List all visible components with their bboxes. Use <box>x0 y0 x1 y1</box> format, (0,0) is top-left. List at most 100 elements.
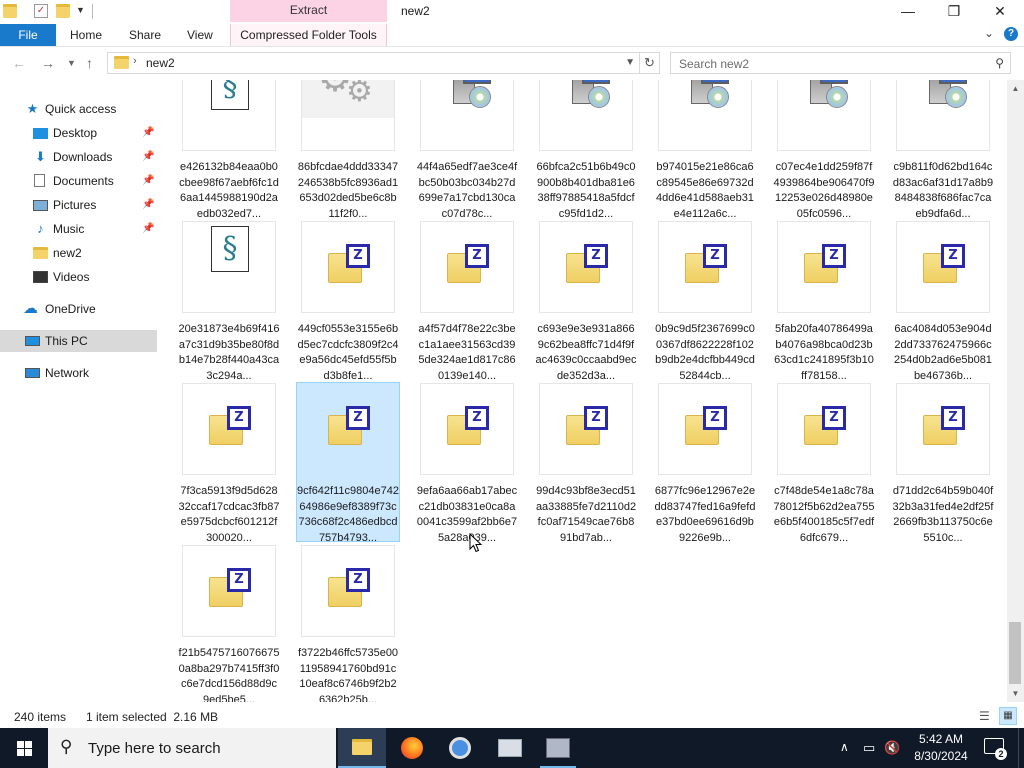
forward-arrow-icon[interactable]: → <box>41 55 55 71</box>
file-item[interactable]: ⚙⚙ 86bfcdae4ddd33347246538b5fc8936ad1653d… <box>296 80 400 220</box>
file-thumbnail: ⚙⚙ <box>301 80 395 151</box>
volume-muted-icon[interactable]: 🔇 <box>884 740 900 756</box>
scroll-up-arrow-icon[interactable]: ▲ <box>1007 80 1024 97</box>
file-thumbnail <box>896 80 990 151</box>
taskbar: ⚲ Type here to search ∧ ▭ 🔇 5:42 AM 8/30… <box>0 728 1024 768</box>
zip-archive-icon: Z <box>804 244 848 288</box>
file-item[interactable]: Za4f57d4f78e22c3bec1a1aee31563cd395de324… <box>415 220 519 382</box>
file-item[interactable]: Z 9cf642f11c9804e74264986e9ef8389f73c736c… <box>296 382 400 544</box>
search-icon[interactable]: ⚲ <box>995 56 1004 70</box>
start-button[interactable] <box>0 728 48 768</box>
vertical-scrollbar[interactable]: ▲ ▼ <box>1007 80 1024 702</box>
minimize-button[interactable]: — <box>885 0 931 24</box>
large-icons-view-icon[interactable]: ▦ <box>999 707 1017 725</box>
network-tray-icon[interactable]: ▭ <box>863 740 875 756</box>
file-item[interactable]: Z 6877fc96e12967e2edd83747fed16a9fefde37b… <box>653 382 757 544</box>
file-item[interactable]: Z 9efa6aa66ab17abecc21db03831e0ca8a0041c3… <box>415 382 519 544</box>
nav-network[interactable]: Network <box>0 362 157 384</box>
file-name: a4f57d4f78e22c3bec1a1aee31563cd395de324a… <box>418 323 516 382</box>
scroll-thumb[interactable] <box>1009 622 1021 684</box>
taskbar-file-explorer[interactable] <box>338 728 386 768</box>
download-arrow-icon: ⬇ <box>35 149 46 164</box>
nav-desktop[interactable]: Desktop 📌 <box>0 122 157 144</box>
file-name: d71dd2c64b59b040f32b3a31fed4e2df25f2669f… <box>892 485 994 544</box>
pin-icon: 📌 <box>142 199 155 210</box>
search-input[interactable]: Search new2 ⚲ <box>670 52 1011 74</box>
nav-quick-access[interactable]: ★ Quick access <box>0 98 157 120</box>
quick-access-toolbar-dropdown-icon[interactable]: ▼ <box>76 5 85 15</box>
taskbar-installer[interactable] <box>534 728 582 768</box>
file-name: 9efa6aa66ab17abecc21db03831e0ca8a0041c35… <box>416 485 518 544</box>
file-item[interactable]: b974015e21e86ca6c89545e86e69732d4dd6e41d… <box>653 80 757 220</box>
taskbar-app-window[interactable] <box>486 728 534 768</box>
details-view-icon[interactable]: ☰ <box>979 709 995 723</box>
star-icon: ★ <box>26 101 39 116</box>
back-arrow-icon[interactable]: ← <box>12 55 26 71</box>
file-item[interactable]: Zc7f48de54e1a8c78a78012f5b62d2ea755e6b5f… <box>772 382 876 544</box>
taskbar-search-input[interactable]: ⚲ Type here to search <box>48 728 336 768</box>
nav-onedrive[interactable]: ☁ OneDrive <box>0 298 157 320</box>
file-item[interactable]: Z 449cf0553e3155e6bd5ec7cdcfc3809f2c4e9a5… <box>296 220 400 382</box>
clock-date[interactable]: 8/30/2024 <box>900 749 982 763</box>
file-tab[interactable]: File <box>0 24 56 46</box>
scroll-down-arrow-icon[interactable]: ▼ <box>1007 685 1024 702</box>
expand-ribbon-chevron-icon[interactable]: ⌄ <box>984 26 994 40</box>
recent-locations-dropdown-icon[interactable]: ▼ <box>67 58 76 68</box>
file-name: 44f4a65edf7ae3ce4fbc50b03bc034b27d699e7a… <box>416 161 518 220</box>
properties-icon[interactable]: ✓ <box>34 4 48 18</box>
file-item[interactable]: Zd71dd2c64b59b040f32b3a31fed4e2df25f2669… <box>891 382 995 544</box>
nav-this-pc[interactable]: This PC <box>0 330 157 352</box>
file-item[interactable]: Z 7f3ca5913f9d5d62832ccaf17cdcac3fb87e597… <box>177 382 281 544</box>
zip-archive-icon: Z <box>685 406 729 450</box>
file-thumbnail: Z <box>182 383 276 475</box>
zip-archive-icon: Z <box>447 244 491 288</box>
show-hidden-icons-chevron-icon[interactable]: ∧ <box>840 740 849 754</box>
file-item[interactable]: Z 5fab20fa40786499ab4076a98bca0d23b63cd1c… <box>772 220 876 382</box>
file-item[interactable]: c07ec4e1dd259f87f4939864be906470f912253e… <box>772 80 876 220</box>
close-button[interactable]: ✕ <box>977 0 1023 24</box>
file-item[interactable]: 44f4a65edf7ae3ce4fbc50b03bc034b27d699e7a… <box>415 80 519 220</box>
clock-time[interactable]: 5:42 AM <box>900 732 982 746</box>
nav-label: Videos <box>53 270 90 284</box>
file-thumbnail: Z <box>301 221 395 313</box>
help-icon[interactable]: ? <box>1004 27 1018 41</box>
nav-new2[interactable]: new2 <box>0 242 157 264</box>
file-item[interactable]: § 20e31873e4b69f416a7c31d9b35be80f8db14e7… <box>177 220 281 382</box>
file-item[interactable]: 66bfca2c51b6b49c0900b8b401dba81e638ff978… <box>534 80 638 220</box>
tab-home[interactable]: Home <box>70 24 102 46</box>
nav-documents[interactable]: Documents 📌 <box>0 170 157 192</box>
file-item[interactable]: Z 0b9c9d5f2367699c00367df8622228f102b9db2… <box>653 220 757 382</box>
refresh-icon[interactable]: ↻ <box>640 52 660 74</box>
breadcrumb-chevron-icon[interactable]: › <box>133 55 137 67</box>
breadcrumb-current[interactable]: new2 <box>146 56 175 70</box>
new-folder-icon[interactable] <box>56 4 70 18</box>
nav-label: Desktop <box>53 126 98 140</box>
nav-videos[interactable]: Videos <box>0 266 157 288</box>
file-item[interactable]: Z 99d4c93bf8e3ecd51aa33885fe7d2110d2fc0af… <box>534 382 638 544</box>
nav-pictures[interactable]: Pictures 📌 <box>0 194 157 216</box>
picture-icon <box>33 200 48 211</box>
zip-archive-icon: Z <box>209 568 253 612</box>
tab-share[interactable]: Share <box>129 24 161 46</box>
address-dropdown-icon[interactable]: ▼ <box>625 57 635 68</box>
file-item[interactable]: Zc693e9e3e931a8669c62bea8ffc71d4f9fac463… <box>534 220 638 382</box>
file-item[interactable]: Z 6ac4084d053e904d2dd733762475966c254d0b2… <box>891 220 995 382</box>
nav-music[interactable]: ♪ Music 📌 <box>0 218 157 240</box>
file-thumbnail <box>658 80 752 151</box>
nav-downloads[interactable]: ⬇ Downloads 📌 <box>0 146 157 168</box>
up-arrow-icon[interactable]: ↑ <box>86 55 93 71</box>
taskbar-firefox[interactable] <box>388 728 436 768</box>
show-desktop-button[interactable] <box>1018 728 1024 768</box>
maximize-button[interactable]: ❐ <box>931 0 977 24</box>
tab-view[interactable]: View <box>187 24 213 46</box>
tab-compressed-folder-tools[interactable]: Compressed Folder Tools <box>230 24 387 46</box>
file-item[interactable]: § e426132b84eaa0b0cbee98f67aebf6fc1d6aa14… <box>177 80 281 220</box>
file-name: c7f48de54e1a8c78a78012f5b62d2ea755e6b5f4… <box>773 485 875 544</box>
address-input[interactable]: › new2 ▼ <box>107 52 640 74</box>
file-item[interactable]: Zf21b54757160766750a8ba297b7415ff3f0c6e7… <box>177 544 281 702</box>
file-item[interactable]: c9b811f0d62bd164cd83ac6af31d17a8b9848483… <box>891 80 995 220</box>
cloud-icon: ☁ <box>23 300 38 317</box>
script-file-icon: § <box>211 80 249 110</box>
taskbar-chrome[interactable] <box>436 728 484 768</box>
file-item[interactable]: Zf3722b46ffc5735e0011958941760bd91c10eaf… <box>296 544 400 702</box>
